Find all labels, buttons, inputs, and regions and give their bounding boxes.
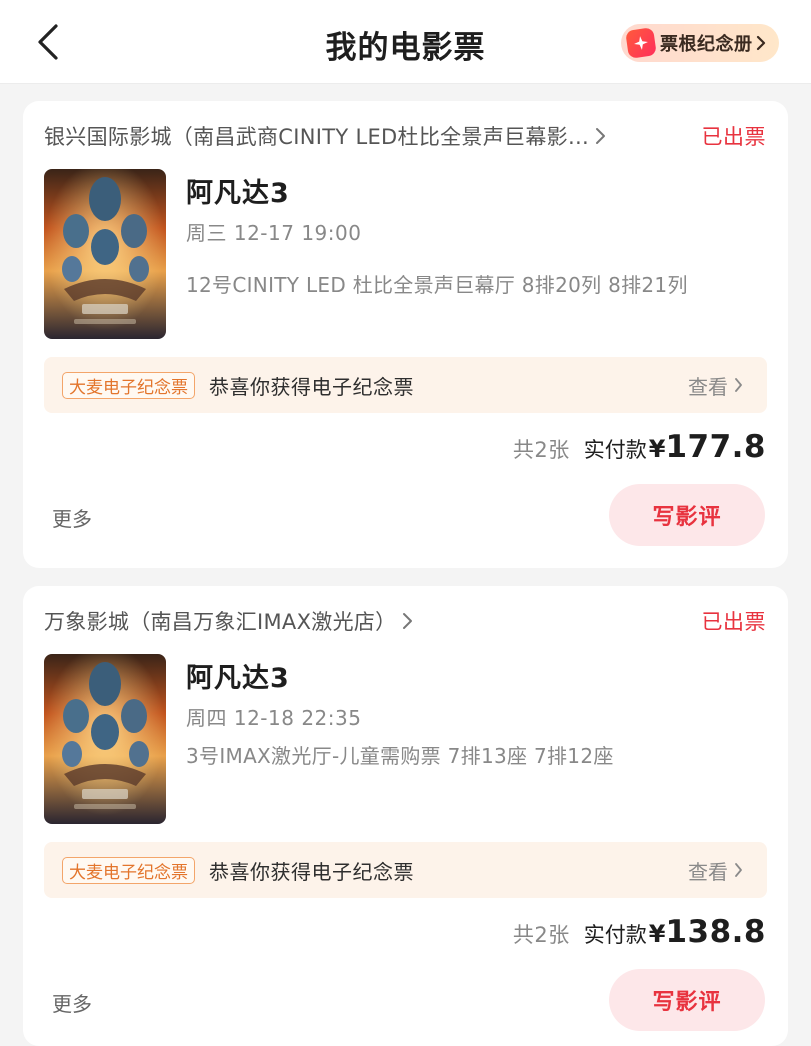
souvenir-ticket-banner[interactable]: 大麦电子纪念票 恭喜你获得电子纪念票 查看 [44, 842, 767, 898]
souvenir-ticket-tag: 大麦电子纪念票 [62, 371, 195, 399]
chevron-right-icon [596, 128, 606, 144]
ticket-stub-album-button[interactable]: 票根纪念册 [621, 24, 779, 62]
ticket-stub-album-label: 票根纪念册 [660, 34, 753, 55]
more-button[interactable]: 更多 [52, 503, 92, 532]
sparkle-ticket-icon [625, 27, 657, 59]
souvenir-ticket-message: 恭喜你获得电子纪念票 [209, 859, 414, 884]
souvenir-ticket-tag: 大麦电子纪念票 [62, 856, 195, 884]
showtime: 周三 12-17 19:00 [186, 221, 362, 245]
souvenir-ticket-message: 恭喜你获得电子纪念票 [209, 374, 414, 399]
cinema-name: 万象影城（南昌万象汇IMAX激光店） [44, 610, 397, 634]
ticket-count: 共2张 [512, 923, 570, 947]
view-souvenir-label: 查看 [688, 859, 728, 884]
ticket-status: 已出票 [701, 610, 766, 634]
movie-title: 阿凡达3 [186, 663, 290, 694]
view-souvenir-link[interactable]: 查看 [688, 357, 743, 413]
movie-poster [44, 654, 166, 824]
hall-and-seats: 3号IMAX激光厅-儿童需购票 7排13座 7排12座 [186, 744, 614, 768]
chevron-right-icon [403, 613, 413, 629]
cinema-link[interactable]: 万象影城（南昌万象汇IMAX激光店） [44, 606, 768, 636]
view-souvenir-link[interactable]: 查看 [688, 842, 743, 898]
paid-amount-label: 实付款 [583, 438, 647, 462]
view-souvenir-label: 查看 [688, 374, 728, 399]
paid-amount-label: 实付款 [583, 923, 647, 947]
ticket-count: 共2张 [512, 438, 570, 462]
paid-amount: 177.8 [665, 429, 766, 465]
order-total: 共2张 实付款 ¥ 138.8 [513, 914, 766, 950]
chevron-right-icon [735, 378, 742, 392]
write-review-button[interactable]: 写影评 [609, 969, 765, 1031]
write-review-button[interactable]: 写影评 [609, 484, 765, 546]
order-total: 共2张 实付款 ¥ 177.8 [513, 429, 766, 465]
cinema-link[interactable]: 银兴国际影城（南昌武商CINITY LED杜比全景声巨幕影… [44, 121, 768, 151]
ticket-order-card[interactable]: 银兴国际影城（南昌武商CINITY LED杜比全景声巨幕影… 已出票 阿凡达3 … [23, 101, 788, 568]
currency-symbol: ¥ [648, 435, 666, 463]
top-nav-bar: 我的电影票 票根纪念册 [0, 0, 811, 84]
ticket-status: 已出票 [701, 125, 766, 149]
paid-amount: 138.8 [665, 914, 766, 950]
hall-and-seats: 12号CINITY LED 杜比全景声巨幕厅 8排20列 8排21列 [186, 273, 688, 297]
cinema-name: 银兴国际影城（南昌武商CINITY LED杜比全景声巨幕影… [44, 125, 590, 149]
chevron-right-icon [756, 35, 765, 51]
ticket-order-card[interactable]: 万象影城（南昌万象汇IMAX激光店） 已出票 阿凡达3 周四 12-18 22:… [23, 586, 788, 1046]
movie-poster [44, 169, 166, 339]
more-button[interactable]: 更多 [52, 988, 92, 1017]
showtime: 周四 12-18 22:35 [186, 706, 362, 730]
souvenir-ticket-banner[interactable]: 大麦电子纪念票 恭喜你获得电子纪念票 查看 [44, 357, 767, 413]
movie-title: 阿凡达3 [186, 178, 290, 209]
chevron-right-icon [735, 863, 742, 877]
currency-symbol: ¥ [648, 920, 666, 948]
